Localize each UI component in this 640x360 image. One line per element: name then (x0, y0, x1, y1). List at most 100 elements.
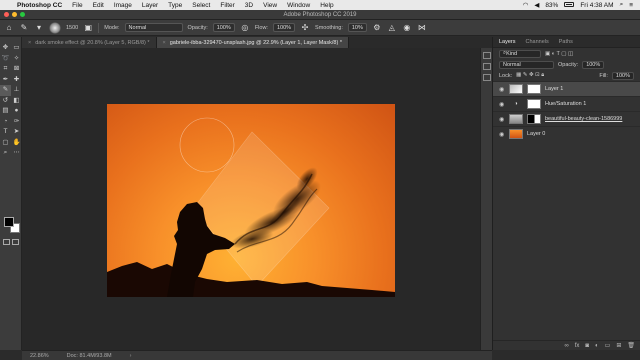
wifi-icon[interactable]: ◠ (520, 1, 532, 9)
brush-tool-icon[interactable]: ✎ (19, 23, 29, 33)
close-tab-icon[interactable]: × (163, 40, 166, 46)
layer-mask-thumbnail[interactable] (527, 114, 541, 124)
zoom-level[interactable]: 22.86% (30, 353, 49, 359)
history-panel-icon[interactable] (483, 52, 491, 59)
brush-preset-picker[interactable] (49, 21, 61, 34)
document-canvas[interactable] (107, 104, 395, 297)
menu-3d[interactable]: 3D (240, 2, 258, 9)
filter-icons[interactable]: ▣ ◐ T ▢ ◫ (545, 51, 573, 57)
layer-style-icon[interactable]: fx (575, 343, 580, 349)
gradient-tool-icon[interactable]: ▤ (0, 106, 11, 117)
smoke-layer-bounds (192, 131, 330, 287)
flow-field[interactable]: 100% (272, 23, 296, 32)
menu-list-icon[interactable]: ≡ (626, 2, 636, 9)
fill-field[interactable]: 100% (611, 71, 634, 80)
layer-row[interactable]: ◉ beautiful-beauty-clean-1586999 (493, 111, 640, 126)
lasso-tool-icon[interactable]: ➰ (0, 54, 11, 65)
menu-filter[interactable]: Filter (215, 2, 239, 9)
clone-stamp-tool-icon[interactable]: ⊥ (11, 85, 22, 96)
chevron-down-icon[interactable]: ▾ (34, 23, 44, 33)
properties-panel-icon[interactable] (483, 63, 491, 70)
layer-row[interactable]: ◉ ◑ Hue/Saturation 1 (493, 96, 640, 111)
group-icon[interactable]: ▭ (605, 342, 611, 349)
tools-panel: ✥ ▭ ➰ ✧ ⌗ ⊠ ✒ ✚ ✎ ⊥ ↺ ◧ ▤ ● ◔ ✑ T ➤ ▢ ✋ … (0, 37, 22, 350)
pressure-size-icon[interactable]: ◉ (402, 23, 412, 33)
menu-view[interactable]: View (258, 2, 282, 9)
visibility-eye-icon[interactable]: ◉ (499, 86, 505, 93)
type-tool-icon[interactable]: T (0, 127, 11, 138)
battery-icon[interactable] (561, 2, 577, 9)
menu-edit[interactable]: Edit (88, 2, 109, 9)
chevron-right-icon[interactable]: › (130, 353, 132, 359)
mode-select[interactable]: Normal (124, 23, 183, 32)
frame-tool-icon[interactable]: ⊠ (11, 64, 22, 75)
move-tool-icon[interactable]: ✥ (0, 43, 11, 54)
foreground-color-swatch[interactable] (4, 217, 14, 227)
dodge-tool-icon[interactable]: ◔ (0, 117, 11, 128)
blur-tool-icon[interactable]: ● (11, 106, 22, 117)
opacity-field[interactable]: 100% (212, 23, 235, 32)
visibility-eye-icon[interactable]: ◉ (499, 116, 505, 123)
trash-icon[interactable]: 🗑︎ (627, 342, 635, 349)
document-size[interactable]: Doc: 81.4M/93.8M (67, 353, 112, 359)
screen-mode-icon[interactable] (12, 239, 19, 245)
healing-brush-tool-icon[interactable]: ✚ (11, 75, 22, 86)
layer-mask-thumbnail[interactable] (527, 99, 541, 109)
link-layers-icon[interactable]: ∞ (564, 343, 568, 349)
pen-tool-icon[interactable]: ✑ (11, 117, 22, 128)
tab-paths[interactable]: Paths (559, 39, 573, 45)
menu-help[interactable]: Help (315, 2, 338, 9)
zoom-tool-icon[interactable]: ⌕ (0, 148, 11, 159)
quick-select-tool-icon[interactable]: ✧ (11, 54, 22, 65)
tab-channels[interactable]: Channels (526, 39, 549, 45)
brush-settings-icon[interactable]: ▣ (83, 23, 93, 33)
layer-mask-thumbnail[interactable] (527, 84, 541, 94)
canvas-workspace[interactable] (22, 48, 492, 350)
marquee-tool-icon[interactable]: ▭ (11, 43, 22, 54)
symmetry-icon[interactable]: ⋈ (417, 23, 427, 33)
menu-window[interactable]: Window (282, 2, 315, 9)
smoothing-field[interactable]: 10% (347, 23, 367, 32)
eraser-tool-icon[interactable]: ◧ (11, 96, 22, 107)
volume-icon[interactable]: ◀ (531, 1, 542, 9)
new-layer-icon[interactable]: ⊞ (616, 342, 621, 349)
tab-dark-smoke-effect[interactable]: × dark smoke effect @ 20.8% (Layer 5, RG… (22, 37, 157, 48)
clock[interactable]: Fri 4:38 AM (577, 2, 616, 9)
battery-percent[interactable]: 83% (542, 2, 561, 9)
quick-mask-icon[interactable] (3, 239, 10, 245)
adjustment-layer-icon[interactable]: ◐ (595, 343, 599, 349)
kind-filter-select[interactable]: ⌕ Kind (499, 49, 541, 58)
path-select-tool-icon[interactable]: ➤ (11, 127, 22, 138)
search-icon[interactable]: ⌕ (617, 1, 627, 9)
blend-mode-select[interactable]: Normal (499, 60, 554, 69)
more-tools-icon[interactable]: ⋯ (11, 148, 22, 159)
menu-layer[interactable]: Layer (137, 2, 163, 9)
visibility-eye-icon[interactable]: ◉ (499, 131, 505, 138)
menu-type[interactable]: Type (163, 2, 187, 9)
visibility-eye-icon[interactable]: ◉ (499, 101, 505, 108)
hand-tool-icon[interactable]: ✋ (11, 138, 22, 149)
brush-tool-icon[interactable]: ✎ (0, 85, 11, 96)
pressure-opacity-icon[interactable]: ◎ (240, 23, 250, 33)
menu-select[interactable]: Select (187, 2, 215, 9)
eyedropper-tool-icon[interactable]: ✒ (0, 75, 11, 86)
add-mask-icon[interactable]: ◙ (585, 343, 589, 349)
menu-file[interactable]: File (67, 2, 87, 9)
layer-row[interactable]: ◉ Layer 0 (493, 126, 640, 141)
angle-icon[interactable]: ◬ (387, 23, 397, 33)
tab-gabriele-ibba[interactable]: × gabriele-ibba-329470-unsplash.jpg @ 22… (156, 37, 349, 48)
layer-row[interactable]: ◉ Layer 1 (493, 81, 640, 96)
home-icon[interactable]: ⌂ (4, 23, 14, 33)
menu-image[interactable]: Image (109, 2, 137, 9)
crop-tool-icon[interactable]: ⌗ (0, 64, 11, 75)
adjustments-panel-icon[interactable] (483, 74, 491, 81)
history-brush-tool-icon[interactable]: ↺ (0, 96, 11, 107)
menu-app[interactable]: Photoshop CC (12, 2, 67, 9)
layer-opacity-field[interactable]: 100% (582, 60, 605, 69)
close-tab-icon[interactable]: × (28, 40, 31, 46)
lock-icons[interactable]: ▦ ✎ ✥ ⊡ 🔒︎ (516, 72, 544, 79)
airbrush-icon[interactable]: ✣ (300, 23, 310, 33)
tab-layers[interactable]: Layers (499, 39, 516, 45)
gear-icon[interactable]: ⚙ (372, 23, 382, 33)
shape-tool-icon[interactable]: ▢ (0, 138, 11, 149)
